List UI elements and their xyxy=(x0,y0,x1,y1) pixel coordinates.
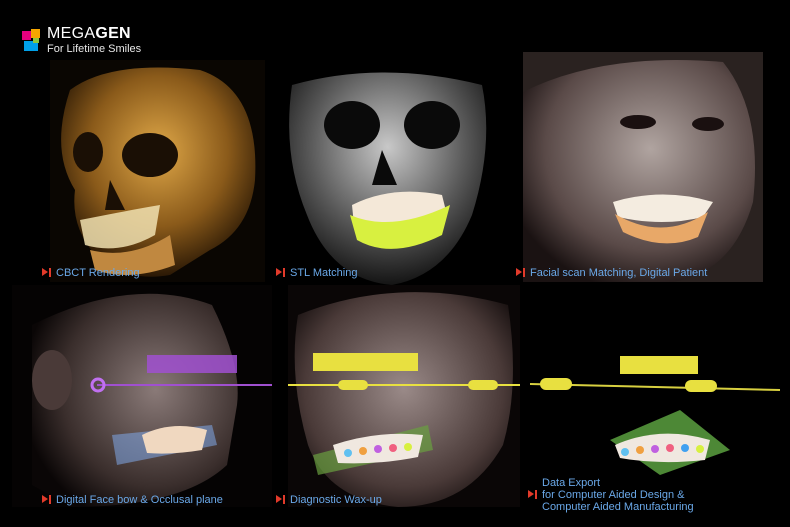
brand-name: MEGAGEN xyxy=(47,25,131,42)
facial-scan-image xyxy=(523,52,763,282)
caption-digital-face-bow: Digital Face bow & Occlusal plane xyxy=(42,494,223,506)
panel-diagnostic-wax-up xyxy=(288,285,520,507)
wax-up-image xyxy=(288,285,520,507)
caption-cbct-rendering: CBCT Rendering xyxy=(42,267,140,279)
logo-mark-icon xyxy=(22,28,42,53)
panel-digital-face-bow xyxy=(12,285,272,507)
stl-skull-image xyxy=(282,65,494,287)
caption-line: Data Export xyxy=(542,477,601,489)
panel-facial-scan xyxy=(523,52,763,282)
cbct-skull-image xyxy=(50,60,265,282)
panel-cbct-rendering xyxy=(50,60,265,282)
caption-diagnostic-wax-up: Diagnostic Wax-up xyxy=(276,494,382,506)
caption-facial-scan: Facial scan Matching, Digital Patient xyxy=(516,267,707,279)
play-pause-icon xyxy=(516,268,526,277)
face-bow-image xyxy=(12,285,272,507)
play-pause-icon xyxy=(42,495,52,504)
panel-data-export xyxy=(530,340,785,480)
play-pause-icon xyxy=(276,268,286,277)
play-pause-icon xyxy=(276,495,286,504)
data-export-image xyxy=(530,356,781,475)
panel-stl-matching xyxy=(282,65,494,287)
play-pause-icon xyxy=(42,268,52,277)
brand-tagline: For Lifetime Smiles xyxy=(47,43,142,55)
caption-data-export: Data Export for Computer Aided Design & … xyxy=(528,477,694,513)
caption-stl-matching: STL Matching xyxy=(276,267,357,279)
play-pause-icon xyxy=(528,490,538,499)
caption-line: for Computer Aided Design & xyxy=(542,489,685,501)
megagen-logo: MEGAGEN For Lifetime Smiles xyxy=(22,26,141,55)
caption-line: Computer Aided Manufacturing xyxy=(542,501,694,513)
